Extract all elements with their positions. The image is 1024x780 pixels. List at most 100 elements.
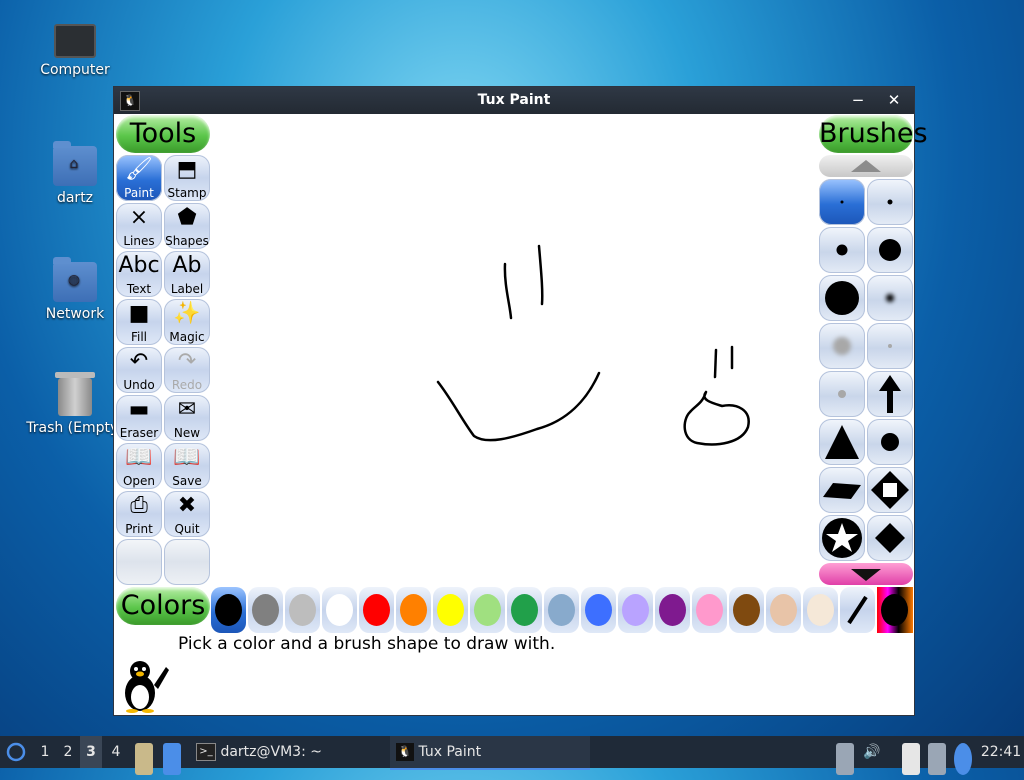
color-chip xyxy=(548,594,575,626)
tool-label: Magic xyxy=(169,330,205,344)
color-chip xyxy=(437,594,464,626)
workspace-1[interactable]: 1 xyxy=(34,736,56,768)
brush-6-button[interactable] xyxy=(867,275,913,321)
brush-shape-icon xyxy=(825,425,859,459)
tool-lines-icon: ⨯ xyxy=(129,205,149,230)
tool-label: Quit xyxy=(174,522,200,536)
show-desktop-icon[interactable] xyxy=(163,743,181,775)
desktop-icon-trash[interactable]: Trash (Empty) xyxy=(23,372,127,436)
taskbar-item-tux-paint[interactable]: 🐧 Tux Paint xyxy=(390,736,590,770)
tool-undo-icon: ↶ xyxy=(129,349,149,374)
brush-16-button[interactable] xyxy=(867,515,913,561)
tool-redo-icon: ↷ xyxy=(177,349,197,374)
color-swatch[interactable] xyxy=(470,587,505,633)
tool-lines-button[interactable]: ⨯ Lines xyxy=(116,203,162,249)
color-swatch[interactable] xyxy=(766,587,801,633)
color-chip xyxy=(215,594,242,626)
tool-print-button[interactable]: ⎙ Print xyxy=(116,491,162,537)
color-swatch[interactable] xyxy=(692,587,727,633)
brush-12-button[interactable] xyxy=(867,419,913,465)
color-swatch[interactable] xyxy=(248,587,283,633)
tool-eraser-button[interactable]: ▬ Eraser xyxy=(116,395,162,441)
tool-open-button[interactable]: 📖 Open xyxy=(116,443,162,489)
tool-paint-button[interactable]: 🖌 Paint xyxy=(116,155,162,201)
start-menu-button[interactable] xyxy=(4,736,28,768)
brush-15-button[interactable] xyxy=(819,515,865,561)
workspace-4[interactable]: 4 xyxy=(105,736,127,768)
clipboard-icon[interactable] xyxy=(902,743,920,775)
brush-1-button[interactable] xyxy=(819,179,865,225)
brush-8-button[interactable] xyxy=(867,323,913,369)
brushes-scroll-up-button[interactable] xyxy=(819,155,913,177)
brushes-scroll-down-button[interactable] xyxy=(819,563,913,585)
start-menu-icon xyxy=(6,742,26,762)
color-picker-button[interactable] xyxy=(840,587,875,633)
brush-14-button[interactable] xyxy=(867,467,913,513)
color-chip xyxy=(400,594,427,626)
color-swatch[interactable] xyxy=(803,587,838,633)
color-swatch[interactable] xyxy=(655,587,690,633)
tool-magic-button[interactable]: ✨ Magic xyxy=(164,299,210,345)
brush-2-button[interactable] xyxy=(867,179,913,225)
brush-10-button[interactable] xyxy=(867,371,913,417)
network-icon[interactable] xyxy=(928,743,946,775)
desktop-icon-home[interactable]: ⌂ dartz xyxy=(27,141,123,206)
tool-undo-button[interactable]: ↶ Undo xyxy=(116,347,162,393)
color-swatch[interactable] xyxy=(359,587,394,633)
tool-label-button[interactable]: Ab Label xyxy=(164,251,210,297)
updates-icon[interactable] xyxy=(836,743,854,775)
file-manager-launcher-icon[interactable] xyxy=(135,743,153,775)
tool-stamp-button[interactable]: ⬒ Stamp xyxy=(164,155,210,201)
brush-shape-icon xyxy=(886,294,894,302)
tool-new-icon: ✉ xyxy=(177,397,197,422)
workspace-2[interactable]: 2 xyxy=(57,736,79,768)
color-spectrum-button[interactable] xyxy=(877,587,913,633)
color-swatch[interactable] xyxy=(507,587,542,633)
tool-print-icon: ⎙ xyxy=(130,493,148,518)
tool-new-button[interactable]: ✉ New xyxy=(164,395,210,441)
tool-fill-button[interactable]: ■ Fill xyxy=(116,299,162,345)
desktop-icon-network[interactable]: ◍ Network xyxy=(27,257,123,322)
volume-icon[interactable]: 🔊 xyxy=(862,736,882,768)
brush-11-button[interactable] xyxy=(819,419,865,465)
brush-5-button[interactable] xyxy=(819,275,865,321)
tool-text-button[interactable]: Abc Text xyxy=(116,251,162,297)
color-swatch[interactable] xyxy=(618,587,653,633)
desktop-icon-label: Computer xyxy=(40,62,110,78)
tux-paint-window: 🐧 Tux Paint − ✕ Tools Brushes Colors Pic… xyxy=(113,86,928,716)
tool-label: Print xyxy=(125,522,153,536)
color-swatch[interactable] xyxy=(581,587,616,633)
taskbar-item-terminal[interactable]: >_ dartz@VM3: ~ xyxy=(190,736,386,768)
brush-7-button[interactable] xyxy=(819,323,865,369)
color-swatch[interactable] xyxy=(729,587,764,633)
minimize-button[interactable]: − xyxy=(846,87,870,114)
color-swatch[interactable] xyxy=(285,587,320,633)
brush-4-button[interactable] xyxy=(867,227,913,273)
color-swatch[interactable] xyxy=(322,587,357,633)
drawing-canvas[interactable] xyxy=(212,115,818,585)
close-button[interactable]: ✕ xyxy=(882,87,906,114)
color-chip xyxy=(807,594,834,626)
tool-shapes-button[interactable]: ⬟ Shapes xyxy=(164,203,210,249)
color-swatch[interactable] xyxy=(544,587,579,633)
color-swatch[interactable] xyxy=(396,587,431,633)
notification-icon[interactable] xyxy=(954,743,972,775)
workspace-3[interactable]: 3 xyxy=(80,736,102,768)
tool-quit-button[interactable]: ✖ Quit xyxy=(164,491,210,537)
window-titlebar[interactable]: 🐧 Tux Paint − ✕ xyxy=(114,87,914,114)
brush-13-button[interactable] xyxy=(819,467,865,513)
desktop-icon-computer[interactable]: Computer xyxy=(27,24,123,78)
tool-label: Undo xyxy=(123,378,155,392)
tool-magic-icon: ✨ xyxy=(173,301,201,326)
tool-save-button[interactable]: 📖 Save xyxy=(164,443,210,489)
color-swatch[interactable] xyxy=(433,587,468,633)
color-chip xyxy=(659,594,686,626)
tux-icon: 🐧 xyxy=(120,91,140,111)
color-swatch[interactable] xyxy=(211,587,246,633)
color-chip xyxy=(733,594,760,626)
tool-quit-icon: ✖ xyxy=(177,493,197,518)
tool-redo-button[interactable]: ↷ Redo xyxy=(164,347,210,393)
color-chip xyxy=(585,594,612,626)
brush-3-button[interactable] xyxy=(819,227,865,273)
brush-9-button[interactable] xyxy=(819,371,865,417)
